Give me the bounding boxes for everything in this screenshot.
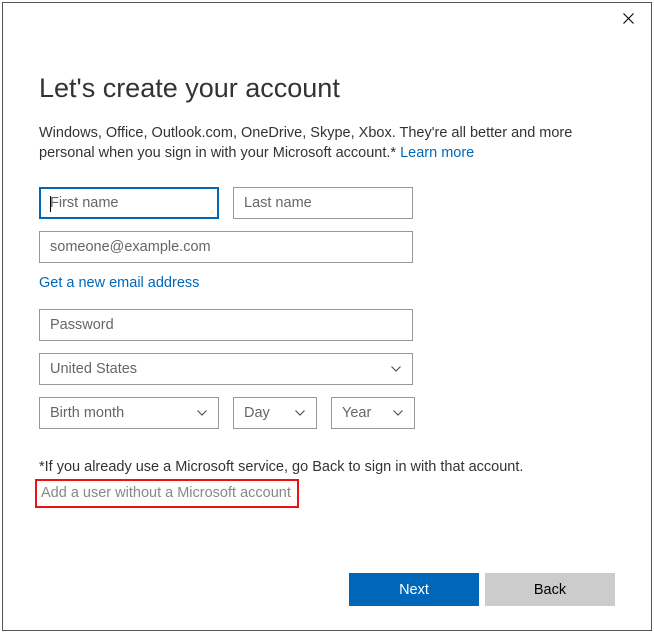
button-row: Next Back bbox=[349, 573, 615, 606]
chevron-down-icon bbox=[294, 407, 306, 419]
chevron-down-icon bbox=[196, 407, 208, 419]
get-new-email-link[interactable]: Get a new email address bbox=[39, 275, 199, 291]
highlight-box: Add a user without a Microsoft account bbox=[35, 479, 299, 508]
add-user-without-ms-account-link[interactable]: Add a user without a Microsoft account bbox=[41, 485, 291, 501]
email-field[interactable]: someone@example.com bbox=[39, 231, 413, 263]
page-title: Let's create your account bbox=[39, 73, 615, 104]
birth-day-select[interactable]: Day bbox=[233, 397, 317, 429]
country-select[interactable]: United States bbox=[39, 353, 413, 385]
chevron-down-icon bbox=[390, 363, 402, 375]
footnote: *If you already use a Microsoft service,… bbox=[39, 459, 615, 475]
email-placeholder: someone@example.com bbox=[50, 239, 211, 255]
birth-year-select[interactable]: Year bbox=[331, 397, 415, 429]
text-caret bbox=[50, 196, 51, 212]
first-name-placeholder: First name bbox=[50, 195, 119, 211]
description-text: Windows, Office, Outlook.com, OneDrive, … bbox=[39, 125, 572, 161]
password-field[interactable]: Password bbox=[39, 309, 413, 341]
first-name-field[interactable]: First name bbox=[39, 187, 219, 219]
back-button[interactable]: Back bbox=[485, 573, 615, 606]
description: Windows, Office, Outlook.com, OneDrive, … bbox=[39, 124, 615, 163]
country-value: United States bbox=[50, 361, 137, 377]
last-name-field[interactable]: Last name bbox=[233, 187, 413, 219]
birth-month-value: Birth month bbox=[50, 405, 124, 421]
learn-more-link[interactable]: Learn more bbox=[400, 145, 474, 161]
create-account-dialog: Let's create your account Windows, Offic… bbox=[2, 2, 652, 631]
chevron-down-icon bbox=[392, 407, 404, 419]
birth-day-value: Day bbox=[244, 405, 270, 421]
next-button[interactable]: Next bbox=[349, 573, 479, 606]
password-placeholder: Password bbox=[50, 317, 114, 333]
close-button[interactable] bbox=[606, 3, 651, 33]
birth-month-select[interactable]: Birth month bbox=[39, 397, 219, 429]
birth-year-value: Year bbox=[342, 405, 371, 421]
last-name-placeholder: Last name bbox=[244, 195, 312, 211]
